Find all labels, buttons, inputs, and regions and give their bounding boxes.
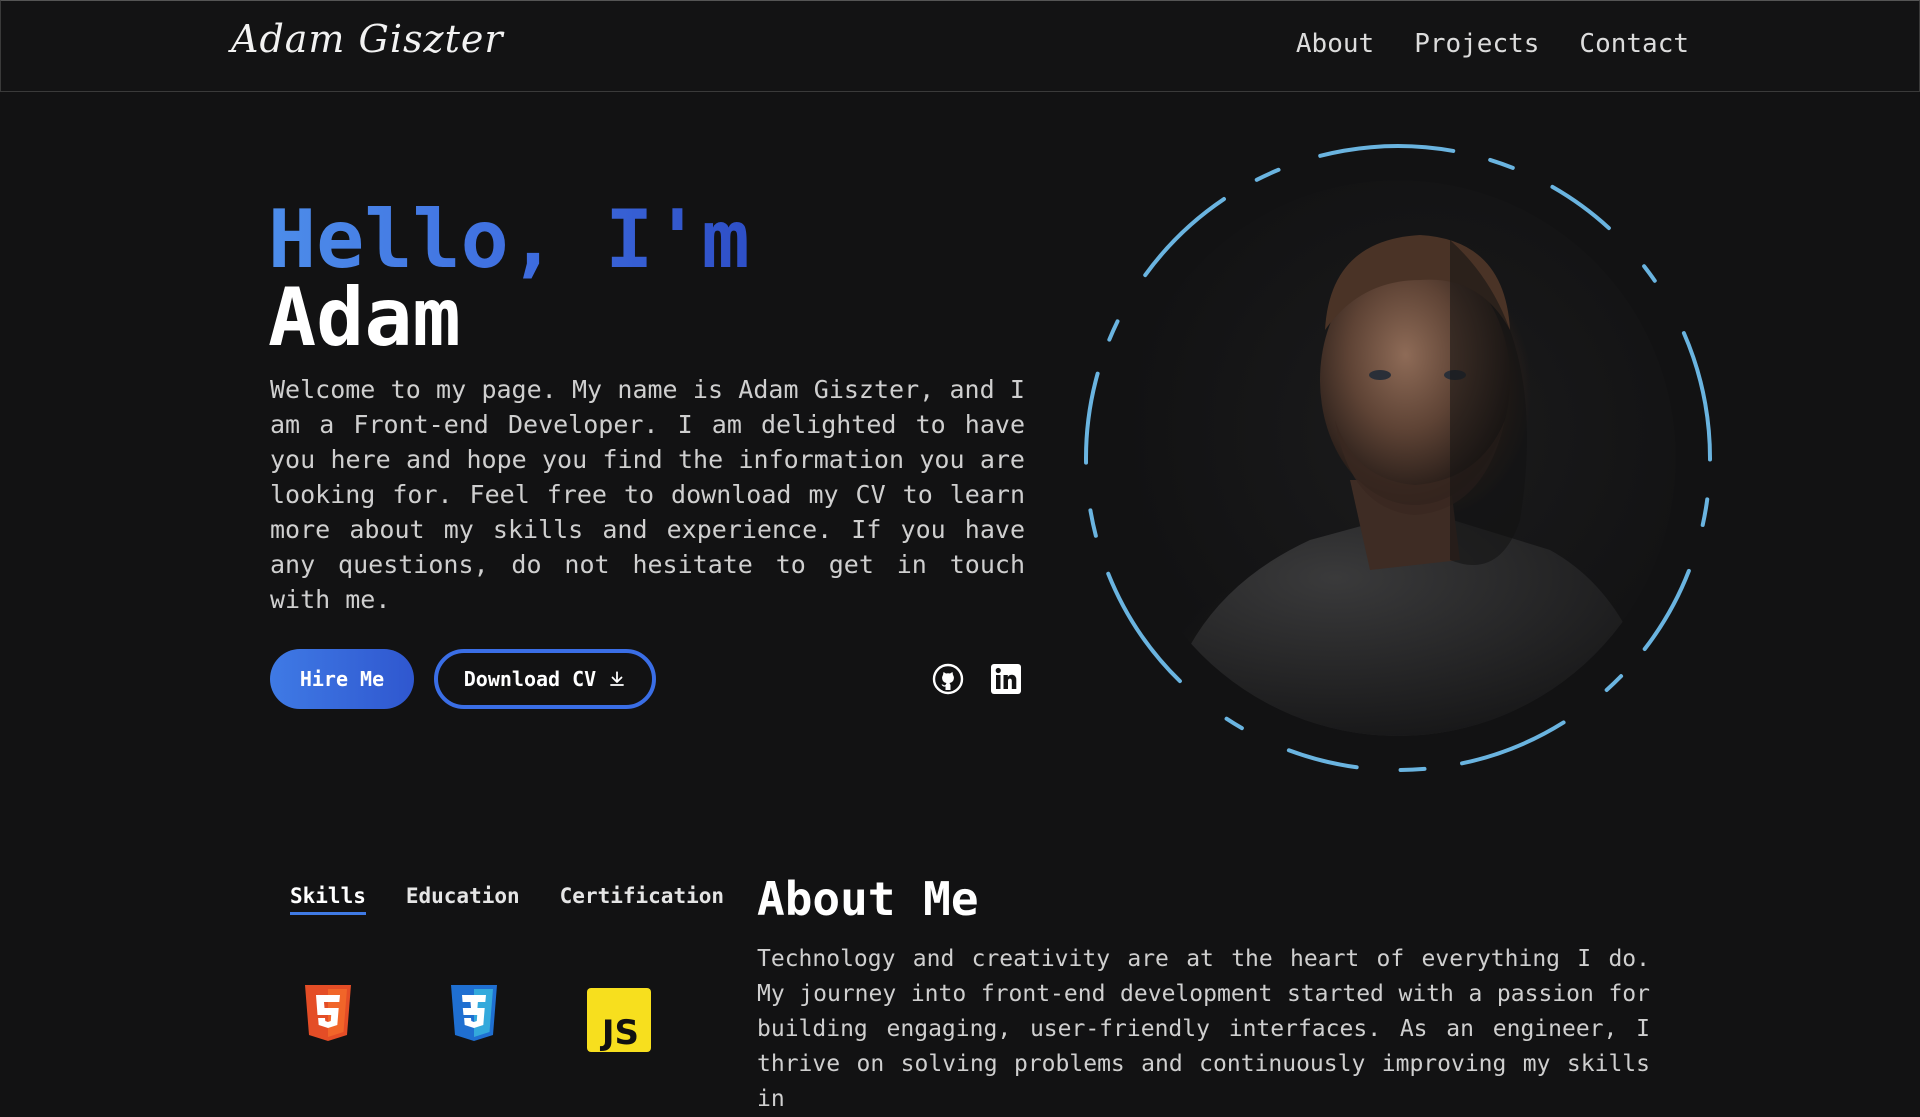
- html5-icon: [305, 985, 351, 1041]
- portrait: [1080, 140, 1716, 776]
- hero-intro-text: Welcome to my page. My name is Adam Gisz…: [270, 375, 1025, 614]
- github-icon[interactable]: [932, 663, 964, 695]
- hero-greeting: Hello, I'm: [268, 193, 750, 286]
- download-icon: [610, 671, 625, 686]
- hire-me-button[interactable]: Hire Me: [270, 649, 414, 709]
- info-tabs: Skills Education Certification: [290, 884, 724, 915]
- js-label: JS: [600, 1013, 639, 1052]
- nav-about-link[interactable]: About: [1296, 29, 1374, 59]
- download-cv-label: Download CV: [463, 667, 597, 691]
- tab-education[interactable]: Education: [406, 884, 520, 915]
- main-nav: About Projects Contact: [1296, 29, 1689, 59]
- nav-projects-link[interactable]: Projects: [1414, 29, 1539, 59]
- about-text: Technology and creativity are at the hea…: [757, 946, 1650, 1112]
- hero-name: Adam: [268, 271, 461, 364]
- dashed-ring: [1084, 144, 1712, 772]
- about-title: About Me: [757, 872, 979, 926]
- nav-contact-link[interactable]: Contact: [1579, 29, 1689, 59]
- download-cv-button[interactable]: Download CV: [434, 649, 656, 709]
- logo[interactable]: Adam Giszter: [231, 17, 504, 61]
- javascript-icon: JS: [587, 988, 651, 1052]
- tab-certification[interactable]: Certification: [560, 884, 724, 915]
- tab-skills[interactable]: Skills: [290, 884, 366, 915]
- linkedin-icon[interactable]: [990, 663, 1022, 695]
- css3-icon: [451, 985, 497, 1041]
- top-navbar: Adam Giszter About Projects Contact: [0, 0, 1920, 92]
